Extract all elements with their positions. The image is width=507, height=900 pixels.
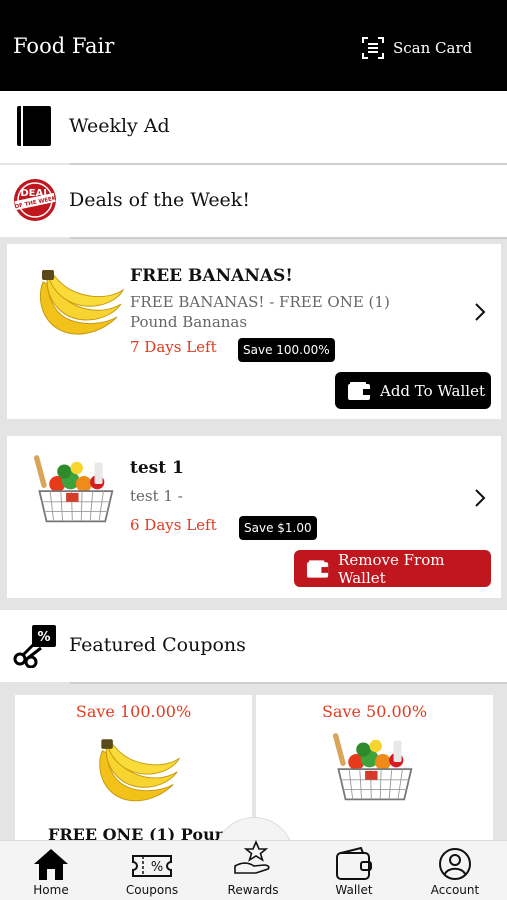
nav-wallet[interactable]: Wallet xyxy=(304,840,404,900)
nav-rewards[interactable]: Rewards xyxy=(203,840,303,900)
nav-coupons[interactable]: % Coupons xyxy=(102,840,202,900)
banana-image xyxy=(99,739,181,802)
add-to-wallet-button[interactable]: Add To Wallet xyxy=(335,372,491,409)
deal-description: test 1 - xyxy=(130,486,430,506)
coupon-name: FREE ONE (1) Pound xyxy=(48,825,238,840)
coupon-tile[interactable]: Save 100.00% FREE ONE (1) Pound xyxy=(15,695,252,840)
deals-of-week-row[interactable]: DEAL OF THE WEEK Deals of the Week! xyxy=(0,165,507,237)
rewards-icon xyxy=(234,840,270,874)
divider xyxy=(70,237,507,239)
nav-home[interactable]: Home xyxy=(1,840,101,900)
deal-desc-line: FREE BANANAS! - FREE ONE (1) xyxy=(130,293,390,311)
banana-image xyxy=(39,270,125,335)
coupon-save: Save 50.00% xyxy=(321,702,428,721)
account-icon xyxy=(439,848,471,880)
featured-coupons-label: Featured Coupons xyxy=(69,634,246,656)
wallet-icon xyxy=(306,559,329,578)
weekly-ad-row[interactable]: Weekly Ad xyxy=(0,91,507,163)
chevron-right-icon[interactable] xyxy=(473,488,487,508)
remove-from-wallet-label: Remove From Wallet xyxy=(338,550,445,587)
deal-card[interactable]: test 1 test 1 - 6 Days Left Save $1.00 R… xyxy=(7,436,501,598)
deal-desc-line: test 1 - xyxy=(130,487,183,505)
home-icon xyxy=(34,849,68,880)
app-header: Food Fair Scan Card xyxy=(0,0,507,91)
nav-account[interactable]: Account xyxy=(405,840,505,900)
wallet-icon xyxy=(348,381,370,400)
nav-label: Account xyxy=(430,883,480,897)
nav-label: Rewards xyxy=(227,883,279,897)
scissors-coupon-icon: % xyxy=(13,625,56,668)
days-left: 7 Days Left xyxy=(130,338,217,356)
deals-label: Deals of the Week! xyxy=(69,189,250,211)
weekly-ad-label: Weekly Ad xyxy=(69,115,170,137)
grocery-basket-image xyxy=(33,455,114,523)
coupon-save: Save 100.00% xyxy=(75,702,192,721)
app-title: Food Fair xyxy=(13,34,115,58)
book-icon xyxy=(17,106,51,146)
svg-text:%: % xyxy=(37,630,50,645)
days-left: 6 Days Left xyxy=(130,516,217,534)
deal-desc-line: Pound Bananas xyxy=(130,313,248,331)
nav-label: Home xyxy=(33,883,69,897)
remove-from-wallet-button[interactable]: Remove From Wallet xyxy=(294,550,491,587)
wallet-icon xyxy=(336,847,372,880)
save-badge: Save 100.00% xyxy=(238,338,335,362)
deal-title: FREE BANANAS! xyxy=(130,266,293,286)
nav-label: Coupons xyxy=(125,883,179,897)
add-to-wallet-label: Add To Wallet xyxy=(380,381,485,400)
deal-card[interactable]: FREE BANANAS! FREE BANANAS! - FREE ONE (… xyxy=(7,244,501,419)
scan-icon xyxy=(362,37,384,59)
featured-coupons-row[interactable]: % Featured Coupons xyxy=(0,610,507,682)
deal-description: FREE BANANAS! - FREE ONE (1) Pound Banan… xyxy=(130,292,430,332)
svg-text:%: % xyxy=(151,860,163,875)
nav-label: Wallet xyxy=(335,883,373,897)
scan-card-label: Scan Card xyxy=(393,39,473,57)
coupon-tile[interactable]: Save 50.00% xyxy=(256,695,493,840)
deal-badge-icon: DEAL OF THE WEEK xyxy=(14,179,57,221)
chevron-right-icon[interactable] xyxy=(473,302,487,322)
grocery-basket-image xyxy=(332,733,413,801)
deal-title: test 1 xyxy=(130,458,184,478)
scan-card-button[interactable]: Scan Card xyxy=(362,37,472,59)
save-badge: Save $1.00 xyxy=(239,516,317,540)
coupon-icon: % xyxy=(132,855,172,877)
divider xyxy=(70,682,507,684)
